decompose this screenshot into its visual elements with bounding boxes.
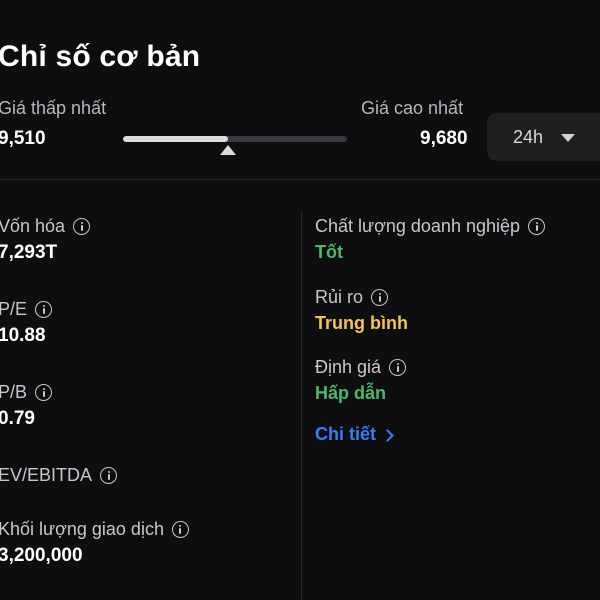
rating-valuation: Định giá Hấp dẫn	[315, 354, 407, 407]
metric-value: 0.79	[0, 408, 35, 429]
high-price-value: 9,680	[420, 128, 468, 149]
high-price-label: Giá cao nhất	[361, 98, 464, 118]
caret-down-icon	[561, 134, 576, 142]
metric-ev-ebitda: EV/EBITDA	[0, 462, 118, 515]
info-icon[interactable]	[100, 466, 118, 484]
metric-pe: P/E 10.88	[0, 296, 53, 349]
metric-market-cap: Vốn hóa 7,293T	[0, 213, 91, 266]
low-price-value: 9,510	[0, 128, 46, 149]
metric-label: P/E	[0, 298, 28, 319]
column-divider	[301, 212, 302, 600]
chevron-right-icon	[381, 428, 394, 442]
rating-label: Định giá	[315, 356, 382, 377]
info-icon[interactable]	[35, 300, 53, 318]
rating-value: Hấp dẫn	[315, 383, 387, 403]
info-icon[interactable]	[389, 358, 407, 376]
low-price-label: Giá thấp nhất	[0, 98, 107, 118]
details-link-label: Chi tiết	[315, 424, 376, 444]
info-icon[interactable]	[528, 217, 546, 235]
info-icon[interactable]	[73, 217, 91, 235]
section-divider	[0, 179, 600, 180]
fundamentals-panel: Chỉ số cơ bản Giá thấp nhất Giá cao nhất…	[0, 0, 600, 600]
info-icon[interactable]	[371, 288, 389, 306]
rating-risk: Rủi ro Trung bình	[315, 284, 408, 337]
rating-label: Rủi ro	[315, 286, 364, 307]
metric-pb: P/B 0.79	[0, 379, 53, 432]
metric-value	[0, 491, 117, 515]
metric-value: 7,293T	[0, 242, 58, 263]
rating-value: Trung bình	[315, 313, 408, 333]
page-title: Chỉ số cơ bản	[0, 40, 201, 73]
details-link[interactable]: Chi tiết	[315, 424, 394, 445]
metric-value: 10.88	[0, 325, 46, 346]
metric-label: P/B	[0, 381, 28, 402]
metric-label: EV/EBITDA	[0, 464, 93, 485]
metric-trading-volume: Khối lượng giao dịch 3,200,000	[0, 516, 189, 569]
rating-value: Tốt	[315, 242, 343, 262]
price-range-bar	[123, 136, 347, 142]
metric-value: 3,200,000	[0, 545, 83, 566]
rating-label: Chất lượng doanh nghiệp	[315, 215, 521, 236]
info-icon[interactable]	[35, 383, 53, 401]
price-range-fill	[123, 136, 229, 142]
period-dropdown[interactable]: 24h	[487, 113, 600, 161]
info-icon[interactable]	[171, 520, 189, 538]
period-selected-value: 24h	[513, 126, 544, 147]
metric-label: Vốn hóa	[0, 215, 66, 236]
metric-label: Khối lượng giao dịch	[0, 518, 164, 539]
rating-business-quality: Chất lượng doanh nghiệp Tốt	[315, 213, 546, 266]
current-price-marker-icon	[220, 145, 237, 155]
